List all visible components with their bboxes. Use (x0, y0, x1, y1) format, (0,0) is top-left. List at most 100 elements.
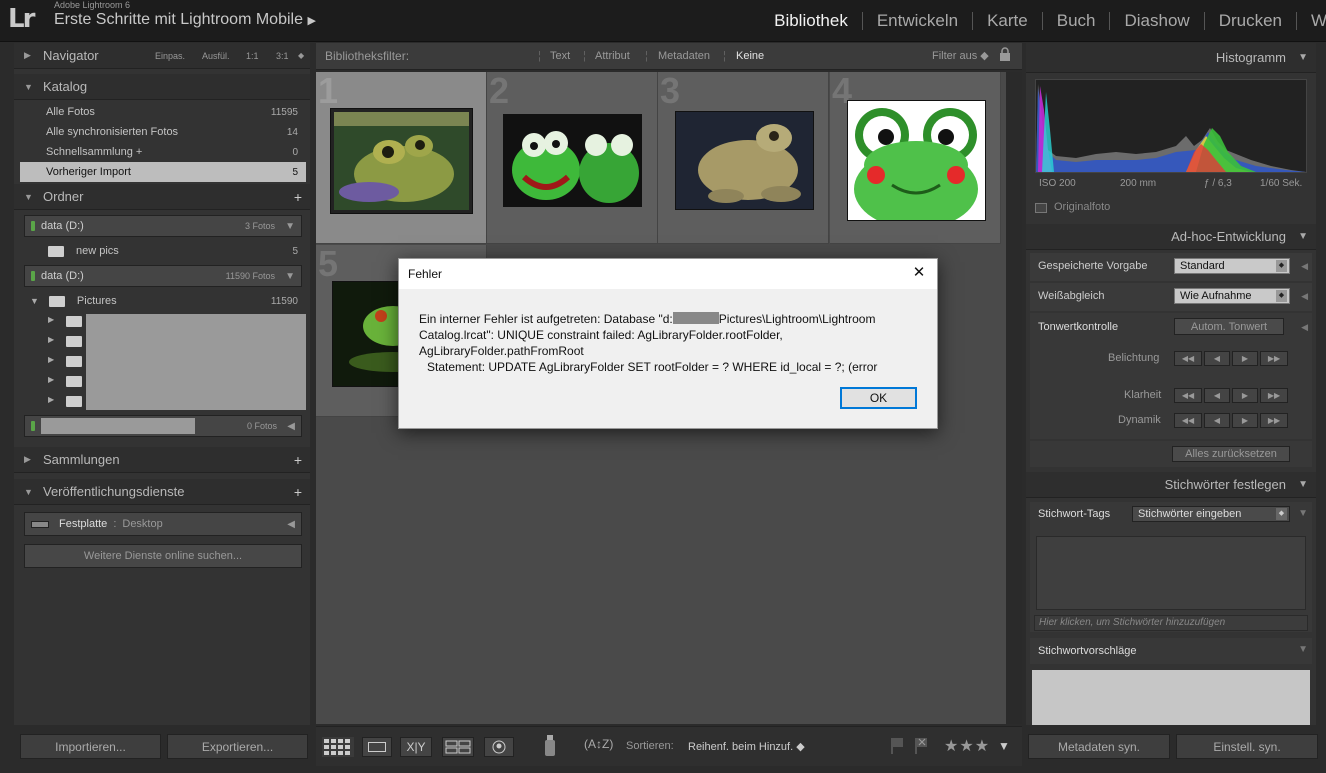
keyword-tags-dropdown[interactable]: Stichwörter eingeben ◆ (1132, 506, 1290, 522)
folder-icon (48, 295, 65, 307)
module-develop[interactable]: Entwickeln (861, 12, 972, 30)
add-folder-icon[interactable]: + (294, 189, 302, 205)
vibrance-decrease-large[interactable]: ◀◀ (1174, 413, 1202, 428)
add-collection-icon[interactable]: + (294, 452, 302, 468)
grid-scrollbar[interactable] (1006, 72, 1022, 724)
module-book[interactable]: Buch (1041, 12, 1110, 30)
vibrance-increase-large[interactable]: ▶▶ (1260, 413, 1288, 428)
volume-data-d-2[interactable]: data (D:) 11590 Fotos ▼ (24, 265, 302, 287)
star-rating-icon[interactable]: ★★★ (944, 736, 990, 756)
reject-flag-icon[interactable] (914, 738, 928, 754)
module-library[interactable]: Bibliothek (760, 12, 862, 30)
nav-fill[interactable]: Ausfül. (202, 51, 230, 61)
expand-left-icon[interactable]: ◀ (1301, 261, 1308, 272)
export-button[interactable]: Exportieren... (167, 734, 308, 759)
painter-icon[interactable] (544, 735, 556, 757)
collapse-down-icon: ▼ (1298, 52, 1308, 63)
navigator-title: Navigator (43, 48, 99, 63)
reset-all-button[interactable]: Alles zurücksetzen (1172, 446, 1290, 462)
expand-left-icon[interactable]: ◀ (1301, 322, 1308, 333)
loupe-view-icon[interactable] (362, 737, 392, 757)
catalog-item-quick-collection[interactable]: Schnellsammlung + 0 (20, 142, 306, 162)
volume-redacted[interactable]: 0 Fotos ◀ (24, 415, 302, 437)
survey-view-icon[interactable] (442, 737, 474, 757)
filter-attribute[interactable]: Attribut (595, 50, 630, 62)
preset-dropdown[interactable]: Standard ◆ (1174, 258, 1290, 274)
vibrance-decrease[interactable]: ◀ (1204, 413, 1230, 428)
catalog-name[interactable]: Erste Schritte mit Lightroom Mobile ▶ (54, 11, 316, 29)
clarity-decrease[interactable]: ◀ (1204, 388, 1230, 403)
sort-direction-icon[interactable]: (A↕Z) (584, 737, 613, 751)
nav-fit[interactable]: Einpas. (155, 51, 185, 61)
keyword-suggestions-row[interactable]: Stichwortvorschläge ▼ (1030, 638, 1312, 664)
lock-icon[interactable] (999, 47, 1011, 61)
close-icon[interactable]: ✕ (909, 263, 929, 283)
import-button[interactable]: Importieren... (20, 734, 161, 759)
zoom-stepper-icon[interactable]: ◆ (298, 51, 304, 60)
toolbar-menu-icon[interactable]: ▼ (998, 739, 1010, 753)
folder-pictures[interactable]: ▼ Pictures 11590 (20, 291, 306, 311)
clarity-decrease-large[interactable]: ◀◀ (1174, 388, 1202, 403)
exposure-decrease[interactable]: ◀ (1204, 351, 1230, 366)
add-service-icon[interactable]: + (294, 484, 302, 500)
sort-order-dropdown[interactable]: Reihenf. beim Hinzuf. ◆ (688, 740, 805, 753)
nav-3to1[interactable]: 3:1 (276, 51, 289, 61)
ok-button[interactable]: OK (840, 387, 917, 409)
module-slideshow[interactable]: Diashow (1109, 12, 1203, 30)
keyword-tags-value: Stichwörter eingeben (1138, 508, 1242, 520)
clarity-increase[interactable]: ▶ (1232, 388, 1258, 403)
nav-1to1[interactable]: 1:1 (246, 51, 259, 61)
module-map[interactable]: Karte (972, 12, 1042, 30)
sync-settings-button[interactable]: Einstell. syn. (1176, 734, 1318, 759)
grid-cell[interactable]: 4 (830, 70, 1001, 244)
auto-tone-button[interactable]: Autom. Tonwert (1174, 318, 1284, 335)
compare-view-icon[interactable]: X|Y (400, 737, 432, 757)
publish-services-header[interactable]: ▼ Veröffentlichungsdienste + (14, 479, 310, 505)
folders-header[interactable]: ▼ Ordner + (14, 184, 310, 210)
exposure-increase-large[interactable]: ▶▶ (1260, 351, 1288, 366)
catalog-item-synced[interactable]: Alle synchronisierten Fotos 14 (20, 122, 306, 142)
publish-service-hard-drive[interactable]: Festplatte : Desktop ◀ (24, 512, 302, 536)
catalog-header[interactable]: ▼ Katalog (14, 74, 310, 100)
grid-view-icon[interactable] (322, 737, 354, 757)
sync-metadata-button[interactable]: Metadaten syn. (1028, 734, 1170, 759)
expand-left-icon[interactable]: ◀ (1301, 291, 1308, 302)
expand-right-icon[interactable]: ▶ (48, 315, 54, 324)
grid-cell[interactable]: 3 (658, 70, 829, 244)
expand-right-icon[interactable]: ▶ (48, 395, 54, 404)
quick-develop-header[interactable]: Ad-hoc-Entwicklung ▼ (1026, 224, 1316, 250)
collections-header[interactable]: ▶ Sammlungen + (14, 447, 310, 473)
exif-iso: ISO 200 (1039, 178, 1076, 189)
find-more-services-button[interactable]: Weitere Dienste online suchen... (24, 544, 302, 568)
grid-cell[interactable]: 1 (316, 70, 487, 244)
vibrance-increase[interactable]: ▶ (1232, 413, 1258, 428)
expand-right-icon[interactable]: ▶ (48, 375, 54, 384)
filter-metadata[interactable]: Metadaten (658, 50, 710, 62)
module-web[interactable]: Web (1296, 12, 1326, 30)
exif-aperture: ƒ / 6,3 (1204, 178, 1232, 189)
keyword-tags-textarea[interactable] (1036, 536, 1306, 610)
navigator-header[interactable]: ▶ Navigator Einpas. Ausfül. 1:1 3:1 ◆ (14, 43, 310, 69)
module-print[interactable]: Drucken (1203, 12, 1296, 30)
volume-data-d-1[interactable]: data (D:) 3 Fotos ▼ (24, 215, 302, 237)
grid-cell[interactable]: 2 (487, 70, 658, 244)
expand-right-icon[interactable]: ▶ (48, 355, 54, 364)
clarity-increase-large[interactable]: ▶▶ (1260, 388, 1288, 403)
exposure-increase[interactable]: ▶ (1232, 351, 1258, 366)
original-photo-checkbox[interactable] (1035, 203, 1047, 213)
filter-presets-dropdown[interactable]: Filter aus ◆ (932, 49, 989, 62)
folder-new-pics[interactable]: new pics 5 (20, 241, 306, 261)
white-balance-dropdown[interactable]: Wie Aufnahme ◆ (1174, 288, 1290, 304)
people-view-icon[interactable] (484, 737, 514, 757)
expand-right-icon[interactable]: ▶ (48, 335, 54, 344)
catalog-item-previous-import[interactable]: Vorheriger Import 5 (20, 162, 306, 182)
exposure-decrease-large[interactable]: ◀◀ (1174, 351, 1202, 366)
keyword-suggestions-label: Stichwortvorschläge (1038, 645, 1137, 657)
flag-icon[interactable] (890, 738, 904, 754)
filter-none[interactable]: Keine (736, 50, 764, 62)
histogram-header[interactable]: Histogramm ▼ (1026, 43, 1316, 73)
filter-text[interactable]: Text (550, 50, 570, 62)
catalog-item-all-photos[interactable]: Alle Fotos 11595 (20, 102, 306, 122)
keyword-input[interactable]: Hier klicken, um Stichwörter hinzuzufüge… (1034, 615, 1308, 631)
keywording-header[interactable]: Stichwörter festlegen ▼ (1026, 472, 1316, 498)
